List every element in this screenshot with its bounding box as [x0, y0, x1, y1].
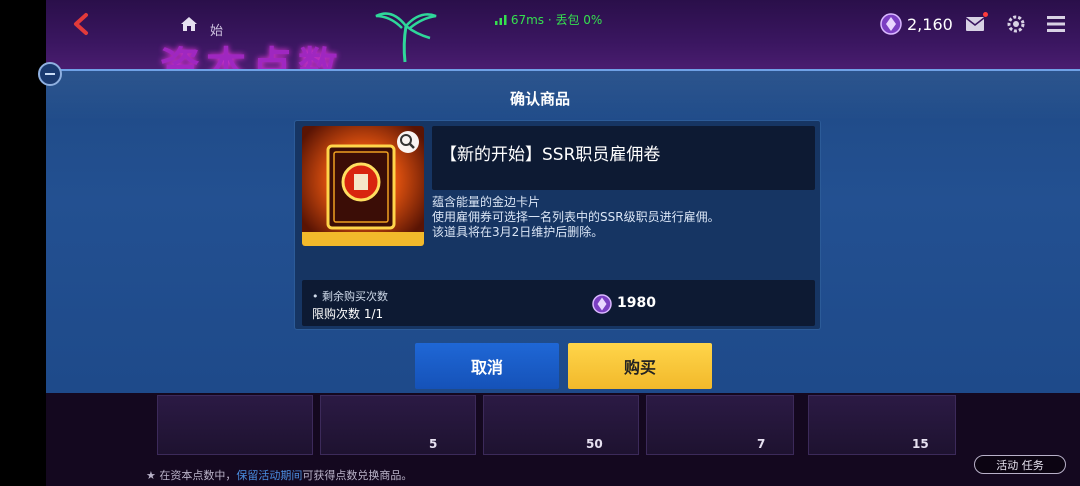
palm-tree-icon	[375, 12, 437, 63]
mail-icon[interactable]	[965, 16, 985, 32]
slot-count: 50	[586, 437, 603, 451]
description-line: 该道具将在3月2日维护后删除。	[432, 225, 604, 239]
hint-link[interactable]: 保留活动期间	[236, 469, 302, 482]
description-line: 使用雇佣券可选择一名列表中的SSR级职员进行雇佣。	[432, 210, 720, 224]
gem-icon	[592, 294, 612, 314]
buy-button[interactable]: 购买	[568, 343, 712, 389]
currency-display[interactable]: 2,160	[880, 12, 953, 36]
dialog-title: 确认商品	[509, 90, 570, 108]
network-status: 67ms · 丢包 0%	[495, 11, 602, 28]
collapse-icon[interactable]	[38, 62, 62, 86]
hint-prefix: ★ 在资本点数中，	[146, 469, 237, 482]
cancel-button[interactable]: 取消	[415, 343, 559, 389]
purchase-limit: 限购次数 1/1	[312, 307, 384, 321]
shop-slot[interactable]	[483, 395, 639, 455]
remaining-purchases-label: • 剩余购买次数	[312, 290, 388, 303]
item-image[interactable]	[302, 126, 424, 246]
gem-icon	[880, 13, 902, 35]
menu-icon[interactable]	[1046, 15, 1066, 33]
home-icon[interactable]	[180, 16, 198, 32]
slot-count: 7	[757, 437, 766, 451]
gear-icon[interactable]	[1006, 14, 1026, 34]
shop-hint: ★ 在资本点数中，保留活动期间可获得点数兑换商品。	[146, 467, 412, 483]
slot-count: 15	[912, 437, 929, 451]
slot-count: 5	[429, 437, 438, 451]
back-arrow-icon[interactable]	[70, 12, 94, 36]
shop-slot[interactable]	[808, 395, 956, 455]
shop-slot[interactable]	[320, 395, 476, 455]
shop-slot[interactable]	[157, 395, 313, 455]
currency-value: 2,160	[907, 14, 953, 34]
network-text: 67ms · 丢包 0%	[510, 13, 603, 27]
shop-slot[interactable]	[646, 395, 794, 455]
item-name: 【新的开始】SSR职员雇佣卷	[440, 145, 661, 165]
notification-dot	[983, 12, 988, 17]
hint-suffix: 可获得点数兑换商品。	[302, 469, 413, 482]
item-description: 蕴含能量的金边卡片 使用雇佣券可选择一名列表中的SSR级职员进行雇佣。 该道具将…	[432, 195, 720, 240]
signal-icon	[495, 15, 507, 25]
description-line: 蕴含能量的金边卡片	[432, 195, 541, 209]
activity-task-tab[interactable]: 活动 任务	[974, 455, 1066, 474]
item-price: 1980	[617, 295, 656, 311]
